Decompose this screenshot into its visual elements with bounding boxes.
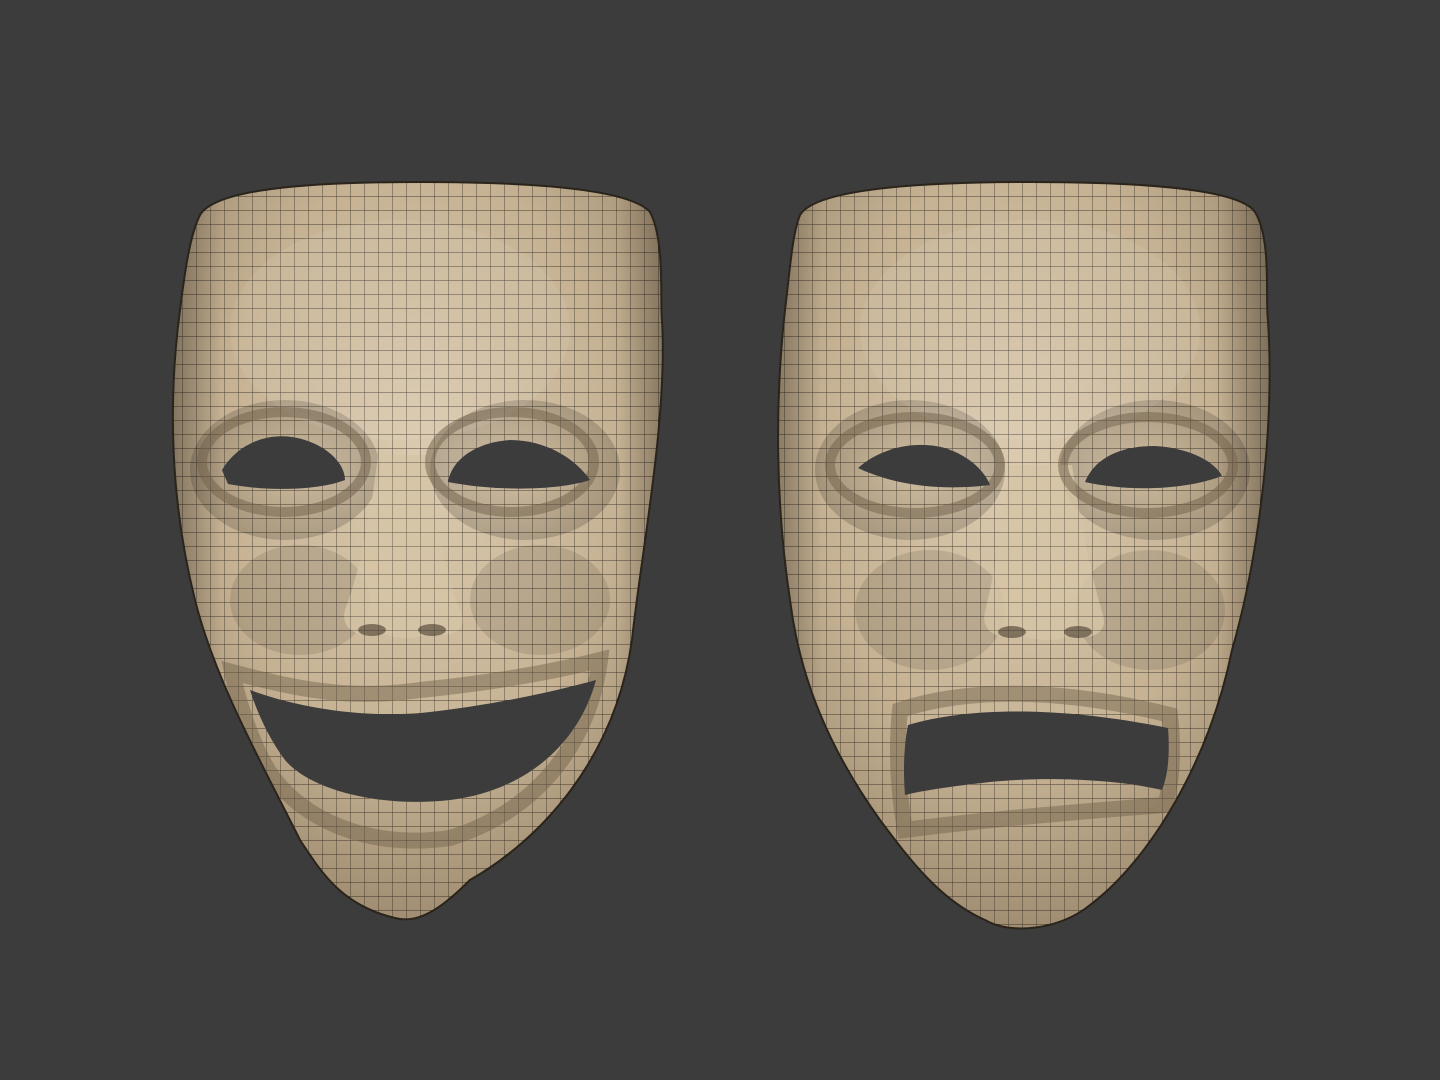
tragedy-mask[interactable] [760,170,1280,950]
comedy-mask[interactable] [160,170,680,940]
3d-viewport[interactable] [0,0,1440,1080]
scene-canvas [160,170,1280,950]
